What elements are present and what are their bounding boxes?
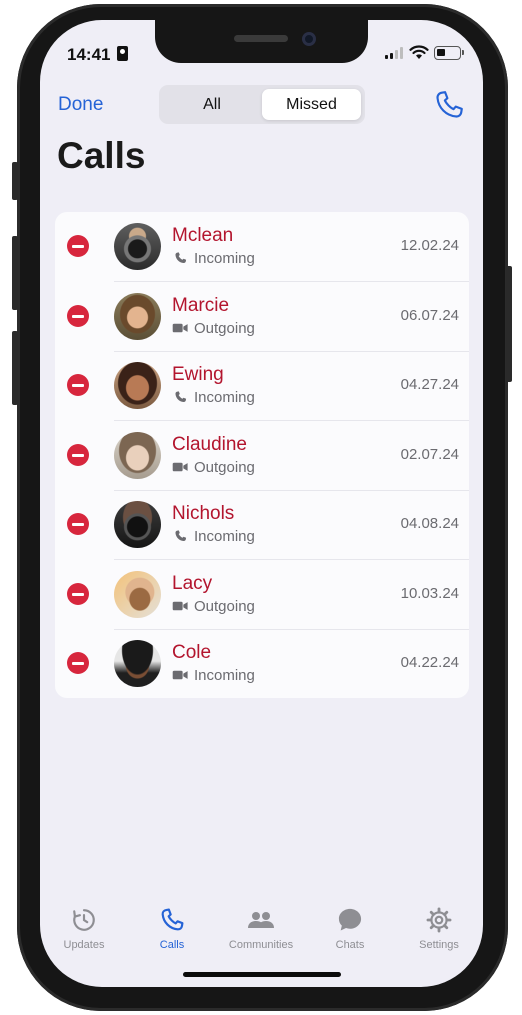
silent-switch — [12, 162, 18, 200]
tab-calls[interactable]: Calls — [128, 905, 216, 951]
caller-name[interactable]: Marcie — [172, 295, 229, 317]
avatar[interactable] — [114, 362, 161, 409]
call-date: 06.07.24 — [400, 307, 459, 324]
tab-label: Communities — [228, 939, 294, 951]
call-row: Marcie Outgoing 06.07.24 — [55, 282, 469, 352]
caller-name[interactable]: Cole — [172, 642, 211, 664]
phone-icon — [175, 530, 187, 542]
call-type-label: Outgoing — [194, 320, 255, 337]
avatar[interactable] — [114, 223, 161, 270]
call-row: Nichols Incoming 04.08.24 — [55, 490, 469, 560]
call-row: Mclean Incoming 12.02.24 — [55, 212, 469, 282]
delete-icon[interactable] — [67, 305, 89, 327]
video-camera-icon — [172, 323, 188, 333]
delete-icon[interactable] — [67, 235, 89, 257]
front-camera — [302, 32, 316, 46]
delete-icon[interactable] — [67, 374, 89, 396]
call-row: Lacy Outgoing 10.03.24 — [55, 560, 469, 630]
tab-chats[interactable]: Chats — [306, 905, 394, 951]
caller-name[interactable]: Mclean — [172, 225, 233, 247]
avatar[interactable] — [114, 293, 161, 340]
call-type-label: Incoming — [194, 667, 255, 684]
tab-label: Calls — [159, 939, 185, 951]
communities-icon — [248, 912, 274, 928]
status-time: 14:41 — [67, 45, 111, 64]
avatar[interactable] — [114, 640, 161, 687]
delete-icon[interactable] — [67, 583, 89, 605]
page-title: Calls — [57, 135, 146, 176]
caller-name[interactable]: Claudine — [172, 434, 247, 456]
delete-icon[interactable] — [67, 444, 89, 466]
call-type-label: Incoming — [194, 528, 255, 545]
caller-name[interactable]: Nichols — [172, 503, 234, 525]
caller-name[interactable]: Lacy — [172, 573, 212, 595]
speaker — [234, 35, 288, 42]
power-button — [506, 266, 512, 382]
avatar[interactable] — [114, 501, 161, 548]
tab-label: Updates — [63, 939, 105, 951]
call-date: 02.07.24 — [400, 446, 459, 463]
call-date: 04.08.24 — [400, 515, 459, 532]
battery-icon — [434, 46, 464, 60]
done-button[interactable]: Done — [58, 94, 103, 116]
wifi-icon — [409, 45, 429, 59]
cellular-signal-icon — [385, 47, 403, 59]
segment-missed[interactable]: Missed — [262, 89, 361, 120]
call-type-label: Outgoing — [194, 459, 255, 476]
calls-list: Mclean Incoming 12.02.24 Marcie Outgoing… — [55, 212, 469, 698]
call-row: Ewing Incoming 04.27.24 — [55, 351, 469, 421]
video-camera-icon — [172, 670, 188, 680]
volume-down-button — [12, 331, 18, 405]
call-type-label: Incoming — [194, 389, 255, 406]
home-indicator[interactable] — [183, 972, 341, 977]
caller-name[interactable]: Ewing — [172, 364, 224, 386]
tab-updates[interactable]: Updates — [40, 905, 128, 951]
call-date: 10.03.24 — [400, 585, 459, 602]
avatar[interactable] — [114, 432, 161, 479]
segmented-control: All Missed — [159, 85, 365, 124]
call-row: Claudine Outgoing 02.07.24 — [55, 421, 469, 491]
call-row: Cole Incoming 04.22.24 — [55, 629, 469, 699]
phone-icon[interactable] — [433, 89, 465, 121]
tab-label: Settings — [419, 939, 459, 951]
segment-all[interactable]: All — [163, 89, 261, 120]
call-type-label: Incoming — [194, 250, 255, 267]
call-date: 04.22.24 — [400, 654, 459, 671]
avatar[interactable] — [114, 571, 161, 618]
delete-icon[interactable] — [67, 652, 89, 674]
delete-icon[interactable] — [67, 513, 89, 535]
call-type-label: Outgoing — [194, 598, 255, 615]
phone-icon — [175, 252, 187, 264]
video-camera-icon — [172, 601, 188, 611]
tab-settings[interactable]: Settings — [395, 905, 483, 951]
phone-icon — [175, 391, 187, 403]
id-card-icon — [117, 46, 128, 61]
tab-label: Chats — [335, 939, 365, 951]
tab-communities[interactable]: Communities — [217, 905, 305, 951]
updates-icon — [73, 909, 95, 931]
volume-up-button — [12, 236, 18, 310]
tab-bar: Updates Calls Communities Chats Settings — [40, 897, 483, 967]
gear-icon — [426, 907, 452, 933]
video-camera-icon — [172, 462, 188, 472]
call-date: 12.02.24 — [400, 237, 459, 254]
call-date: 04.27.24 — [400, 376, 459, 393]
chat-bubble-icon — [338, 908, 362, 931]
phone-icon — [161, 908, 184, 931]
